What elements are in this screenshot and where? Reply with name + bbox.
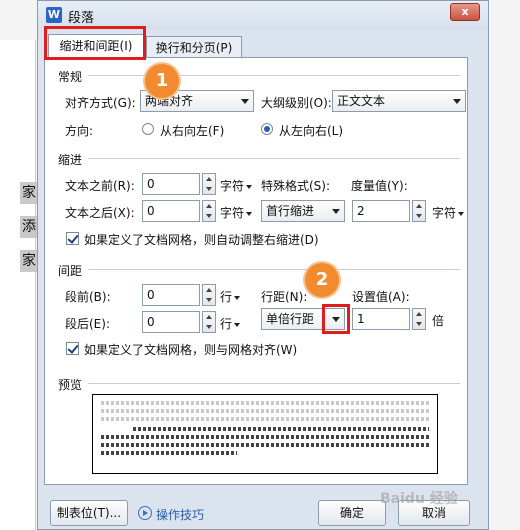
indent-before-stepper[interactable] — [202, 173, 216, 195]
setting-value-unit: 倍 — [432, 314, 445, 328]
spacing-after-label: 段后(E): — [65, 317, 110, 331]
chevron-down-icon — [246, 211, 253, 216]
indent-grid-checkbox[interactable] — [66, 232, 79, 245]
unit-text: 行 — [220, 290, 233, 304]
watermark: Baidu 经验 — [380, 491, 458, 507]
indent-grid-label[interactable]: 如果定义了文档网格，则自动调整右缩进(D) — [84, 231, 319, 248]
setting-value-label: 设置值(A): — [352, 290, 410, 304]
document-char: 家 — [20, 250, 38, 272]
spacing-grid-label[interactable]: 如果定义了文档网格，则与网格对齐(W) — [84, 341, 297, 358]
tips-link[interactable]: 操作技巧 — [156, 506, 204, 523]
preview-text-line — [101, 451, 237, 455]
section-divider — [88, 75, 460, 76]
document-char: 家 — [20, 182, 38, 204]
spacing-after-input[interactable]: 0 — [142, 311, 200, 333]
indent-after-label: 文本之后(X): — [65, 206, 135, 220]
outline-level-value: 正文文本 — [337, 94, 386, 108]
unit-text: 字符 — [220, 206, 245, 220]
preview-section-title: 预览 — [58, 378, 83, 392]
preview-text-line — [101, 401, 429, 405]
spacing-grid-checkbox[interactable] — [66, 342, 79, 355]
chevron-down-icon — [234, 322, 241, 327]
chevron-down-icon — [458, 211, 465, 216]
wps-writer-icon: W — [46, 7, 62, 23]
indent-before-label: 文本之前(R): — [65, 179, 135, 193]
indent-section-title: 缩进 — [58, 153, 83, 167]
indent-before-input[interactable]: 0 — [142, 173, 200, 195]
outline-level-select[interactable]: 正文文本 — [332, 90, 466, 112]
ltr-label[interactable]: 从左向右(L) — [279, 122, 343, 139]
outline-level-label: 大纲级别(O): — [261, 96, 332, 110]
preview-text-line — [101, 443, 429, 447]
spacing-section-title: 间距 — [58, 264, 83, 278]
spacing-before-stepper[interactable] — [202, 284, 216, 306]
document-char: 添 — [20, 216, 38, 238]
rtl-label[interactable]: 从右向左(F) — [160, 122, 224, 139]
dropdown-highlight-box — [322, 304, 350, 334]
preview-text-line — [101, 417, 429, 421]
direction-label: 方向: — [65, 124, 94, 138]
ok-button[interactable]: 确定 — [318, 500, 386, 526]
spacing-before-input[interactable]: 0 — [142, 284, 200, 306]
ltr-radio[interactable] — [261, 123, 273, 135]
setting-value-stepper[interactable] — [412, 308, 426, 330]
measure-input[interactable]: 2 — [352, 200, 410, 222]
unit-text: 行 — [220, 317, 233, 331]
dialog-title: 段落 — [68, 11, 95, 26]
spacing-after-unit[interactable]: 行 — [220, 315, 241, 332]
line-spacing-label: 行距(N): — [261, 290, 308, 304]
tab-stops-button[interactable]: 制表位(T)... — [50, 500, 128, 526]
preview-text-line — [133, 427, 429, 431]
section-divider — [88, 383, 460, 384]
callout-badge-2: 2 — [305, 263, 339, 297]
indent-before-unit[interactable]: 字符 — [220, 177, 253, 194]
alignment-label: 对齐方式(G): — [65, 96, 136, 110]
chevron-down-icon — [246, 184, 253, 189]
setting-value-input[interactable]: 1 — [352, 308, 410, 330]
chevron-down-icon — [234, 295, 241, 300]
line-spacing-value: 单倍行距 — [266, 312, 315, 326]
indent-after-input[interactable]: 0 — [142, 200, 200, 222]
rtl-radio[interactable] — [142, 123, 154, 135]
callout-badge-1: 1 — [145, 64, 179, 98]
measure-label: 度量值(Y): — [351, 179, 408, 193]
spacing-after-stepper[interactable] — [202, 311, 216, 333]
spacing-before-label: 段前(B): — [65, 290, 111, 304]
unit-text: 字符 — [220, 179, 245, 193]
title-bar[interactable]: W 段落 x — [38, 1, 488, 29]
section-divider — [88, 158, 460, 159]
indent-after-stepper[interactable] — [202, 200, 216, 222]
indent-after-unit[interactable]: 字符 — [220, 204, 253, 221]
spacing-before-unit[interactable]: 行 — [220, 288, 241, 305]
general-section-title: 常规 — [58, 70, 83, 84]
preview-text-line — [101, 435, 429, 439]
play-tip-icon[interactable] — [138, 506, 152, 520]
special-format-value: 首行缩进 — [266, 204, 315, 218]
chevron-down-icon — [241, 99, 249, 104]
chevron-down-icon — [453, 99, 461, 104]
tab-indent-spacing[interactable]: 缩进和间距(I) — [48, 34, 144, 60]
measure-unit[interactable]: 字符 — [432, 204, 465, 221]
special-format-select[interactable]: 首行缩进 — [261, 200, 345, 222]
unit-text: 字符 — [432, 206, 457, 220]
preview-text-line — [101, 409, 429, 413]
measure-stepper[interactable] — [412, 200, 426, 222]
close-button[interactable]: x — [450, 3, 480, 21]
section-divider — [88, 269, 460, 270]
preview-pane — [92, 394, 438, 474]
chevron-down-icon — [332, 209, 340, 214]
special-format-label: 特殊格式(S): — [261, 179, 331, 193]
document-page-edge — [0, 40, 36, 530]
